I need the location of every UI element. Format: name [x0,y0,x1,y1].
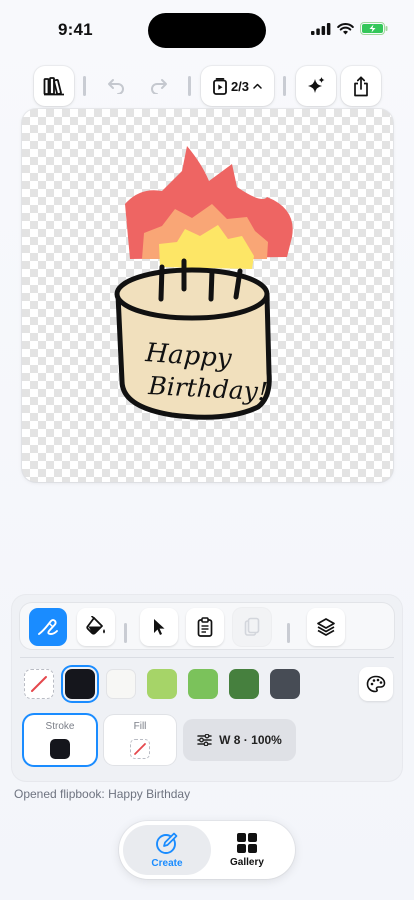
swatch-black[interactable] [65,669,95,699]
swatch-light-green[interactable] [147,669,177,699]
tab-gallery-label: Gallery [230,857,264,868]
page-selector[interactable]: 2/3 [201,66,274,106]
layers-tool-button[interactable] [307,608,345,646]
cursor-arrow-icon [154,619,165,635]
drawing-canvas[interactable]: Happy Birthday! [22,109,393,482]
status-icons [311,22,388,35]
paste-tool-button[interactable] [186,608,224,646]
fill-label: Fill [133,721,147,732]
no-color-icon [31,676,47,692]
cake-top [114,267,270,321]
brush-settings-label: W 8 · 100% [219,733,282,747]
copy-tool-button[interactable] [233,608,271,646]
paint-bucket-icon [86,616,105,635]
sliders-icon [197,734,212,746]
tab-gallery[interactable]: Gallery [203,825,291,875]
fill-selector[interactable]: Fill [104,715,176,765]
no-color-icon [134,743,146,755]
tab-create-label: Create [151,858,183,869]
status-time: 9:41 [58,20,93,39]
copy-icon [244,617,260,636]
brush-settings-button[interactable]: W 8 · 100% [183,719,296,761]
layers-icon [317,618,335,636]
tool-divider [287,623,290,643]
toolbar-divider [83,76,86,96]
pen-tool-button[interactable] [29,608,67,646]
library-icon [43,77,64,96]
ai-sparkle-button[interactable] [296,66,336,106]
sparkle-icon [308,77,325,93]
wifi-icon [337,22,354,34]
status-message: Opened flipbook: Happy Birthday [14,787,191,801]
candle [208,268,215,302]
gallery-grid-icon [237,833,257,853]
palette-button[interactable] [359,667,393,701]
share-icon [354,75,368,96]
clipboard-icon [197,617,213,637]
toolbar-divider [188,76,191,96]
stroke-label: Stroke [45,721,75,732]
toolbar-divider [283,76,286,96]
swatch-white[interactable] [106,669,136,699]
stroke-color-chip [50,739,70,759]
undo-icon [108,79,124,94]
pen-scribble-icon [38,619,58,635]
battery-charging-icon [360,22,388,35]
page-indicator: 2/3 [230,78,250,94]
birthday-cake-drawing: Happy Birthday! [114,146,293,420]
share-button[interactable] [341,66,381,106]
stroke-selector[interactable]: Stroke [24,715,96,765]
fill-bucket-tool-button[interactable] [77,608,115,646]
create-pencil-icon [156,832,178,854]
dynamic-island [148,13,266,48]
flipbook-page-icon [213,77,227,95]
swatch-slate[interactable] [270,669,300,699]
bottom-tab-bar: Create Gallery [119,821,295,879]
tool-row [20,603,394,649]
tab-create[interactable]: Create [123,825,211,875]
palette-icon [366,675,386,693]
panel-divider [20,657,394,658]
swatch-none[interactable] [24,669,54,699]
swatch-green[interactable] [188,669,218,699]
signal-icon [311,22,331,35]
fill-color-chip [130,739,150,759]
chevron-up-icon [253,83,262,89]
redo-icon [151,79,167,94]
tool-panel: Stroke Fill W 8 · 100% [12,595,402,781]
library-button[interactable] [34,66,74,106]
undo-button[interactable] [96,66,136,106]
redo-button[interactable] [139,66,179,106]
select-tool-button[interactable] [140,608,178,646]
tool-divider [124,623,127,643]
cake-text-line1: Happy [144,338,233,374]
candle [158,264,165,302]
swatch-dark-green[interactable] [229,669,259,699]
